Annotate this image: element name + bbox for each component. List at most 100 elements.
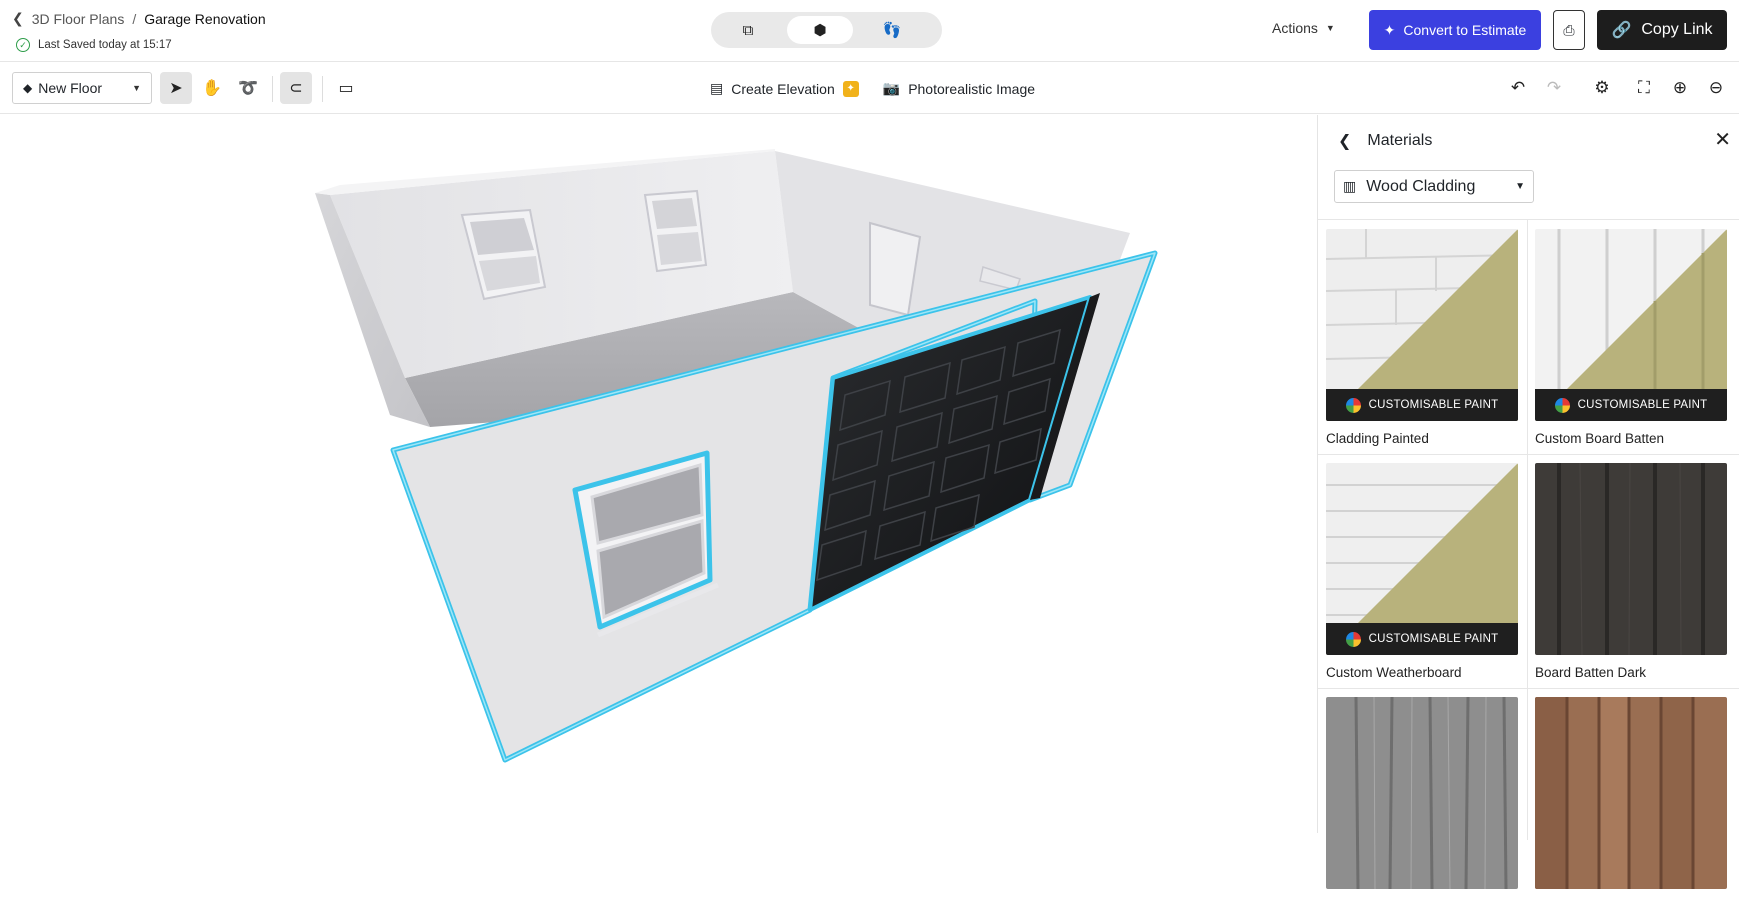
view-walkthrough-button[interactable]: 👣 [859,16,925,44]
cursor-icon: ➤ [169,80,183,97]
close-icon[interactable]: ✕ [1714,127,1731,152]
zoom-out-button[interactable]: ⊖ [1698,74,1734,102]
actions-menu[interactable]: Actions ▼ [1272,20,1335,36]
panel-header: ❮ Materials [1338,131,1432,151]
save-status-text: Last Saved today at 15:17 [38,39,172,51]
layers-icon: ◆ [23,81,33,95]
badge-label: CUSTOMISABLE PAINT [1368,633,1499,645]
color-wheel-icon [1345,397,1361,413]
view-3d-button[interactable]: ⬢ [787,16,853,44]
back-window-2 [643,189,708,273]
camera-icon: 📷 [882,80,901,96]
material-category-select[interactable]: ▥ Wood Cladding ▼ [1334,170,1534,203]
zoom-out-icon: ⊖ [1708,78,1724,97]
material-swatch: CUSTOMISABLE PAINT [1326,463,1518,655]
material-name: Custom Board Batten [1535,431,1665,446]
select-tool[interactable]: ➤ [160,72,192,104]
book-icon: ▥ [1343,178,1357,194]
undo-icon: ↶ [1510,78,1526,97]
link-icon: 🔗 [1611,22,1632,39]
settings-button[interactable]: ⚙ [1584,74,1620,102]
zoom-in-icon: ⊕ [1672,78,1688,97]
material-card[interactable] [1318,688,1526,922]
create-elevation-label: Create Elevation [731,80,835,97]
premium-icon: ✦ [842,80,859,97]
editor-toolbar: ◆ New Floor ▼ ➤ ✋ ➰ ⊂ ▭ ▤ Create Elevati… [0,62,1739,114]
breadcrumb-parent-link[interactable]: 3D Floor Plans [32,11,125,27]
cube-icon: ⬢ [813,22,827,39]
photorealistic-image-label: Photorealistic Image [908,80,1036,97]
material-name: Board Batten Dark [1535,665,1647,680]
material-card[interactable]: CUSTOMISABLE PAINT Cladding Painted [1318,220,1526,454]
materials-grid: CUSTOMISABLE PAINT Cladding Painted CUST… [1318,219,1739,889]
customisable-paint-badge: CUSTOMISABLE PAINT [1326,389,1518,421]
floor-plan-icon: ⧉ [742,21,754,39]
caret-down-icon: ▼ [1515,181,1525,192]
material-swatch: CUSTOMISABLE PAINT [1535,229,1727,421]
elevation-icon: ▤ [710,80,724,96]
fit-view-button[interactable]: ⛶ [1626,74,1662,102]
save-status: ✓ Last Saved today at 15:17 [16,38,172,52]
pan-tool[interactable]: ✋ [196,72,228,104]
print-button[interactable]: ⎙ [1553,10,1585,50]
comment-tool[interactable]: ▭ [330,72,362,104]
copy-link-button[interactable]: 🔗 Copy Link [1597,10,1727,50]
floor-select[interactable]: ◆ New Floor ▼ [12,72,152,104]
redo-button[interactable]: ↷ [1536,74,1572,102]
caret-down-icon: ▼ [132,83,141,93]
copy-link-label: Copy Link [1641,21,1713,38]
materials-panel: ❮ Materials ✕ ▥ Wood Cladding ▼ CUSTOMIS… [1317,115,1739,889]
garage-3d-model [315,149,1158,763]
lasso-icon: ➰ [238,80,258,97]
photorealistic-image-button[interactable]: 📷 Photorealistic Image [883,80,1035,97]
material-category-label: Wood Cladding [1366,177,1476,195]
floor-select-label: New Floor [38,80,103,96]
caret-down-icon: ▼ [1325,23,1335,33]
footsteps-icon: 👣 [882,22,902,39]
fit-screen-icon: ⛶ [1638,78,1650,97]
view-mode-toggle: ⧉ ⬢ 👣 [711,12,942,48]
actions-label: Actions [1272,20,1318,36]
material-name: Custom Weatherboard [1326,665,1462,680]
material-card[interactable]: Board Batten Dark [1527,454,1735,688]
chevron-left-icon[interactable]: ❮ [1338,131,1351,151]
badge-label: CUSTOMISABLE PAINT [1577,399,1708,411]
create-elevation-button[interactable]: ▤ Create Elevation ✦ [710,80,859,97]
printer-icon: ⎙ [1563,21,1575,38]
sparkle-icon: ✦ [1383,21,1396,38]
undo-button[interactable]: ↶ [1500,74,1536,102]
customisable-paint-badge: CUSTOMISABLE PAINT [1535,389,1727,421]
magnet-icon: ⊂ [289,80,303,97]
toolbar-divider [322,76,323,102]
check-circle-icon: ✓ [16,38,30,52]
material-swatch: CUSTOMISABLE PAINT [1326,229,1518,421]
color-wheel-icon [1554,397,1570,413]
comment-icon: ▭ [338,80,354,97]
convert-to-estimate-label: Convert to Estimate [1403,22,1527,38]
top-bar: ❮ 3D Floor Plans / Garage Renovation ✓ L… [0,0,1739,62]
panel-title: Materials [1367,132,1433,149]
material-name: Cladding Painted [1326,431,1429,446]
material-swatch [1535,697,1727,889]
material-card[interactable]: CUSTOMISABLE PAINT Custom Board Batten [1527,220,1735,454]
view-2d-button[interactable]: ⧉ [715,16,781,44]
material-swatch [1326,697,1518,889]
material-card[interactable]: CUSTOMISABLE PAINT Custom Weatherboard [1318,454,1526,688]
gear-icon: ⚙ [1594,78,1610,97]
breadcrumb-separator: / [132,10,137,27]
color-wheel-icon [1345,631,1361,647]
toolbar-divider [272,76,273,102]
snap-tool[interactable]: ⊂ [280,72,312,104]
badge-label: CUSTOMISABLE PAINT [1368,399,1499,411]
page-title: Garage Renovation [144,10,266,27]
3d-viewport[interactable] [0,115,1317,833]
zoom-in-button[interactable]: ⊕ [1662,74,1698,102]
chevron-left-icon[interactable]: ❮ [12,10,24,27]
convert-to-estimate-button[interactable]: ✦ Convert to Estimate [1369,10,1541,50]
material-swatch [1535,463,1727,655]
customisable-paint-badge: CUSTOMISABLE PAINT [1326,623,1518,655]
lasso-tool[interactable]: ➰ [232,72,264,104]
material-card[interactable] [1527,688,1735,922]
center-tools: ▤ Create Elevation ✦ 📷 Photorealistic Im… [710,80,1035,97]
right-tools: ↶ ↷ ⚙ ⛶ ⊕ ⊖ [1500,74,1734,102]
